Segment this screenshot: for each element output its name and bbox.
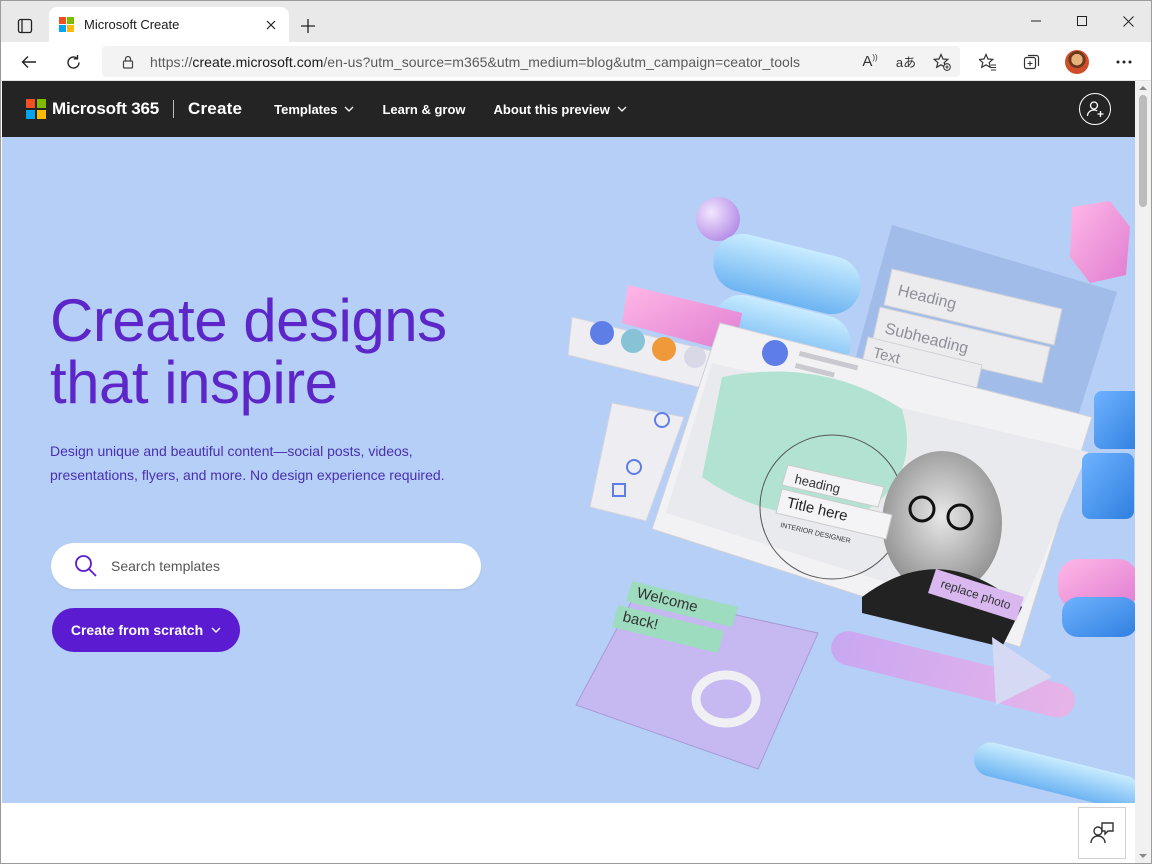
hero-description: Design unique and beautiful content—soci… (50, 443, 445, 483)
logo-red (26, 99, 35, 108)
scroll-up-icon[interactable] (1139, 84, 1147, 92)
favorites-button[interactable] (971, 46, 1005, 78)
ms-favicon-icon (59, 17, 74, 32)
navigation-bar: https://create.microsoft.com/en-us?utm_s… (1, 42, 1151, 81)
scroll-thumb[interactable] (1139, 95, 1147, 207)
palette-dot (652, 337, 676, 361)
product-name[interactable]: Create (188, 99, 242, 119)
blue-block-shape (1094, 391, 1135, 449)
logo-blue (26, 110, 35, 119)
user-add-icon (1086, 101, 1104, 117)
url-path: /en-us?utm_source=m365&utm_medium=blog&u… (323, 53, 801, 70)
favorites-icon (979, 53, 996, 71)
close-icon (266, 20, 276, 29)
hexagon-prism-shape (1070, 201, 1130, 283)
blue-cylinder-shape (974, 742, 1135, 803)
nav-about-preview[interactable]: About this preview (494, 102, 627, 117)
nav-learn-grow[interactable]: Learn & grow (382, 102, 465, 117)
brand-divider (173, 100, 174, 118)
new-tab-button[interactable] (295, 13, 321, 39)
read-aloud-glyph: A (862, 53, 873, 70)
collections-button[interactable] (1015, 46, 1049, 78)
add-favorite-button[interactable] (924, 46, 960, 77)
star-plus-icon (933, 52, 951, 71)
read-aloud-icon: A)) (862, 53, 878, 70)
logo-green (37, 99, 46, 108)
hero-illustration: Heading Subheading Text heading Title he… (567, 197, 1135, 803)
read-aloud-button[interactable]: A)) (852, 46, 888, 77)
more-icon (1116, 60, 1132, 64)
hero-title-line1: Create designs (50, 287, 447, 354)
address-bar-actions: A)) aあ (852, 46, 960, 77)
window-controls (1013, 1, 1151, 41)
brand-name[interactable]: Microsoft 365 (52, 99, 159, 119)
microsoft-logo-icon[interactable] (26, 99, 46, 119)
logo-yellow (37, 110, 46, 119)
blue-block-shape (1082, 453, 1134, 519)
chevron-down-icon (345, 106, 354, 112)
minimize-icon (1031, 20, 1041, 22)
nav-about-preview-label: About this preview (493, 101, 610, 117)
address-bar[interactable]: https://create.microsoft.com/en-us?utm_s… (102, 46, 960, 77)
translate-icon: aあ (895, 55, 917, 70)
nav-templates-label: Templates (274, 101, 338, 117)
settings-menu-button[interactable] (1107, 46, 1141, 78)
hero-section: Create designs that inspire Design uniqu… (2, 137, 1135, 803)
hero-title: Create designs that inspire (50, 290, 550, 414)
nav-templates[interactable]: Templates (274, 102, 354, 117)
chevron-down-icon (617, 106, 627, 112)
welcome-card-shape (575, 592, 819, 770)
profile-avatar-button[interactable] (1060, 46, 1094, 78)
collections-icon (1023, 54, 1040, 70)
scroll-down-icon[interactable] (1139, 852, 1147, 860)
palette-dot (621, 329, 645, 353)
user-icon (762, 340, 788, 366)
page-scrollbar[interactable] (1135, 81, 1151, 863)
back-arrow-icon (21, 56, 36, 68)
feedback-icon (1090, 822, 1114, 844)
avatar (1065, 50, 1089, 74)
palette-dot (590, 321, 614, 345)
plus-icon (301, 19, 315, 33)
feedback-button[interactable] (1078, 807, 1126, 859)
minimize-button[interactable] (1013, 1, 1059, 41)
search-box[interactable] (51, 543, 481, 589)
translate-button[interactable]: aあ (888, 46, 924, 77)
lock-icon[interactable] (120, 54, 136, 70)
site-nav: Templates Learn & grow About this previe… (274, 102, 655, 117)
back-button[interactable] (14, 47, 44, 77)
refresh-button[interactable] (58, 47, 88, 77)
refresh-icon (66, 54, 80, 69)
blue-block-shape (1062, 597, 1135, 637)
url-prefix: https:// (150, 53, 193, 70)
palette-dot (684, 346, 706, 368)
tab-actions-icon (17, 18, 33, 34)
create-from-scratch-button[interactable]: Create from scratch (52, 608, 240, 652)
site-header: Microsoft 365 Create Templates Learn & g… (2, 81, 1135, 137)
search-input[interactable] (111, 558, 451, 574)
nav-learn-grow-label: Learn & grow (382, 101, 466, 117)
create-from-scratch-label: Create from scratch (70, 622, 204, 638)
chevron-down-icon (211, 627, 221, 633)
close-window-button[interactable] (1105, 1, 1151, 41)
maximize-button[interactable] (1059, 1, 1105, 41)
hero-title-line2: that inspire (50, 349, 338, 416)
close-icon (1122, 15, 1134, 27)
browser-window: Microsoft Create https://create.microsof… (0, 0, 1152, 864)
sign-in-button[interactable] (1079, 93, 1111, 125)
tab-bar: Microsoft Create (1, 1, 1151, 42)
active-tab[interactable]: Microsoft Create (49, 7, 289, 42)
tab-close-button[interactable] (263, 17, 279, 33)
sphere-shape (696, 197, 740, 241)
search-icon[interactable] (73, 553, 99, 579)
maximize-icon (1077, 16, 1087, 26)
tab-title: Microsoft Create (84, 17, 180, 32)
url-host: create.microsoft.com (192, 53, 324, 70)
url-text[interactable]: https://create.microsoft.com/en-us?utm_s… (150, 54, 800, 70)
tab-actions-button[interactable] (11, 13, 39, 39)
